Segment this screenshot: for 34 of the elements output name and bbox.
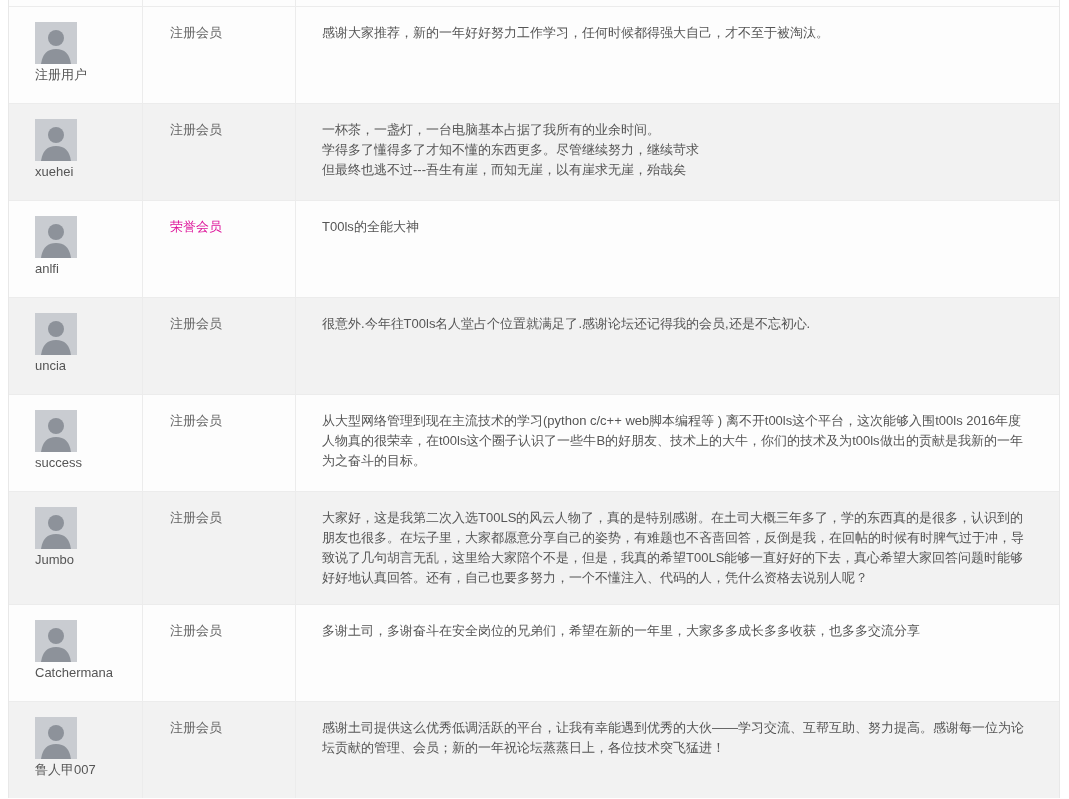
message-text: 感谢土司提供这么优秀低调活跃的平台，让我有幸能遇到优秀的大伙——学习交流、互帮互助、努力提高。感谢每一位为论坛贡献的管理、会员；新的一年祝论坛蒸蒸日上，各位技术突飞猛进！ <box>322 719 1025 757</box>
message-text: 很意外.今年往T00ls名人堂占个位置就满足了.感谢论坛还记得我的会员,还是不忘初心. <box>322 315 812 333</box>
member-level: 注册会员 <box>170 623 222 638</box>
message-text: 一杯茶，一盏灯，一台电脑基本占据了我所有的业余时间。 <box>322 121 661 139</box>
avatar-icon <box>35 507 77 549</box>
member-level: 荣誉会员 <box>170 219 222 234</box>
avatar-icon <box>35 717 77 759</box>
message-text: T00ls的全能大神 <box>322 218 420 236</box>
message-text: 但最终也逃不过---吾生有崖，而知无崖，以有崖求无崖，殆哉矣 <box>322 161 687 179</box>
avatar-icon <box>35 216 77 258</box>
username[interactable]: uncia <box>35 356 67 376</box>
message-text: 学得多了懂得多了才知不懂的东西更多。尽管继续努力，继续苛求 <box>322 141 700 159</box>
avatar-icon <box>35 410 77 452</box>
member-level: 注册会员 <box>170 316 222 331</box>
username[interactable]: anlfi <box>35 259 59 279</box>
message-text: 从大型网络管理到现在主流技术的学习(python c/c++ web脚本编程等 ) 离不开t00ls这个平台，这次能够入围t00ls 2016年度人物真的很荣幸，在t00ls这个圈子认识了一些牛B的好朋友、技术上的大牛，你们的技术及为t00ls做出的贡献是我新的一年为之奋斗的目标。 <box>322 412 1024 470</box>
username[interactable]: xuehei <box>35 162 74 182</box>
member-level: 注册会员 <box>170 510 222 525</box>
member-level: 注册会员 <box>170 122 222 137</box>
username[interactable]: 鲁人甲007 <box>35 760 96 780</box>
username[interactable]: Jumbo <box>35 550 75 570</box>
member-level: 注册会员 <box>170 720 222 735</box>
member-level: 注册会员 <box>170 25 222 40</box>
message-text: 多谢土司，多谢奋斗在安全岗位的兄弟们，希望在新的一年里，大家多多成长多多收获，也多多交流分享 <box>322 622 921 640</box>
avatar-icon <box>35 22 77 64</box>
member-level: 注册会员 <box>170 413 222 428</box>
message-text: 大家好，这是我第二次入选T00LS的风云人物了，真的是特别感谢。在土司大概三年多了，学的东西真的是很多，认识到的朋友也很多。在坛子里，大家都愿意分享自己的姿势，有难题也不吝啬回答，反倒是我，在回帖的时候有时脾气过于冲，导致说了几句胡言无乱，这里给大家陪个不是，但是，我真的希望T00LS能够一直好好的下去，真心希望大家回答问题时能够好好地认真回答。还有，自己也要多努力，一个不懂注入、代码的人，凭什么资格去说别人呢？ <box>322 509 1025 587</box>
avatar-icon <box>35 313 77 355</box>
avatar-icon <box>35 119 77 161</box>
username[interactable]: success <box>35 453 82 473</box>
message-text: 感谢大家推荐，新的一年好好努力工作学习，任何时候都得强大自己，才不至于被淘汰。 <box>322 24 830 42</box>
username[interactable]: 注册用户 <box>35 65 87 85</box>
avatar-icon <box>35 620 77 662</box>
username[interactable]: Catchermana <box>35 663 114 683</box>
